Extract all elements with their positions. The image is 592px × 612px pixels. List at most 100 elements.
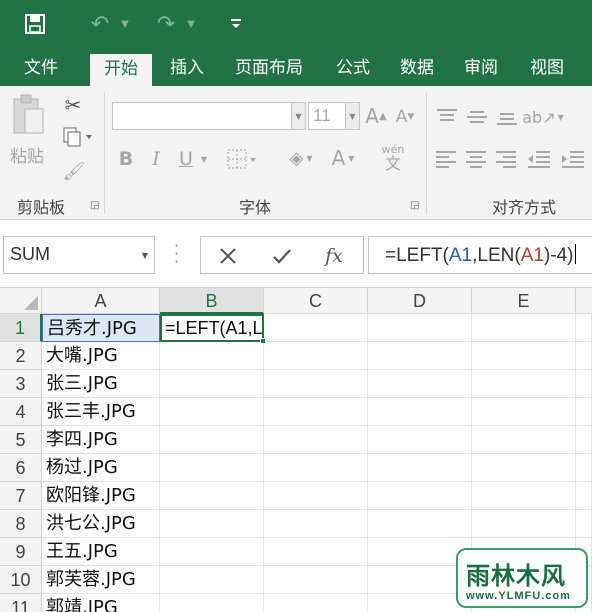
cell-c11[interactable] <box>264 594 368 612</box>
enter-icon[interactable] <box>267 241 297 271</box>
increase-font-icon[interactable]: A ▲ <box>364 102 388 130</box>
redo-dropdown-icon[interactable]: ▼ <box>184 10 198 38</box>
cell-c4[interactable] <box>264 398 368 426</box>
name-box[interactable]: SUM ▼ <box>3 236 155 274</box>
cell-c3[interactable] <box>264 370 368 398</box>
resize-handle-icon[interactable]: · · · <box>174 238 179 270</box>
cell-b5[interactable] <box>160 426 264 454</box>
font-name-combo[interactable]: ▼ <box>112 102 306 130</box>
cell-a4[interactable]: 张三丰.JPG <box>42 398 160 426</box>
chevron-down-icon[interactable]: ▼ <box>291 103 305 129</box>
cell-e3[interactable] <box>472 370 576 398</box>
row-header[interactable]: 3 <box>0 370 42 398</box>
cell-c2[interactable] <box>264 342 368 370</box>
tab-file[interactable]: 文件 <box>14 50 68 86</box>
chevron-down-icon[interactable]: ▼ <box>345 103 359 129</box>
redo-icon[interactable]: ↷ <box>152 10 180 38</box>
customize-qat-icon[interactable] <box>226 10 246 38</box>
column-header-f[interactable] <box>576 288 592 314</box>
increase-indent-icon[interactable] <box>560 148 586 170</box>
tab-view[interactable]: 视图 <box>520 50 574 86</box>
cell-b3[interactable] <box>160 370 264 398</box>
tab-data[interactable]: 数据 <box>390 50 444 86</box>
cell-c1[interactable] <box>264 314 368 342</box>
cell-c8[interactable] <box>264 510 368 538</box>
cell-b2[interactable] <box>160 342 264 370</box>
underline-dropdown-icon[interactable]: ▼ <box>198 146 210 172</box>
cell-f1[interactable] <box>576 314 592 342</box>
align-left-icon[interactable] <box>434 148 458 170</box>
cell-f7[interactable] <box>576 482 592 510</box>
cell-c10[interactable] <box>264 566 368 594</box>
row-header[interactable]: 6 <box>0 454 42 482</box>
cell-b4[interactable] <box>160 398 264 426</box>
row-header[interactable]: 1 <box>0 314 42 342</box>
tab-page-layout[interactable]: 页面布局 <box>226 50 312 86</box>
paste-icon[interactable] <box>10 92 46 138</box>
cell-a10[interactable]: 郭芙蓉.JPG <box>42 566 160 594</box>
cell-b6[interactable] <box>160 454 264 482</box>
row-header[interactable]: 2 <box>0 342 42 370</box>
format-painter-icon[interactable]: 🖌 <box>60 158 88 184</box>
insert-function-icon[interactable]: fx <box>319 241 349 271</box>
cell-e8[interactable] <box>472 510 576 538</box>
cell-b10[interactable] <box>160 566 264 594</box>
align-top-icon[interactable] <box>434 106 460 128</box>
cell-b1[interactable]: =LEFT(A1,L <box>160 314 264 342</box>
cell-d2[interactable] <box>368 342 472 370</box>
cell-c9[interactable] <box>264 538 368 566</box>
row-header[interactable]: 9 <box>0 538 42 566</box>
tab-home[interactable]: 开始 <box>90 54 152 86</box>
column-header-c[interactable]: C <box>264 288 368 314</box>
cell-f6[interactable] <box>576 454 592 482</box>
cell-c5[interactable] <box>264 426 368 454</box>
orientation-icon[interactable]: ab↗ ▼ <box>522 104 564 130</box>
tab-review[interactable]: 审阅 <box>454 50 508 86</box>
cell-a7[interactable]: 欧阳锋.JPG <box>42 482 160 510</box>
chevron-down-icon[interactable]: ▼ <box>142 251 148 260</box>
clipboard-launcher-icon[interactable]: ◲ <box>90 200 99 211</box>
tab-insert[interactable]: 插入 <box>160 50 214 86</box>
cell-e6[interactable] <box>472 454 576 482</box>
cell-d3[interactable] <box>368 370 472 398</box>
cell-d8[interactable] <box>368 510 472 538</box>
cell-f3[interactable] <box>576 370 592 398</box>
column-header-b[interactable]: B <box>160 288 264 314</box>
cell-f4[interactable] <box>576 398 592 426</box>
copy-icon[interactable] <box>60 124 96 150</box>
cell-a5[interactable]: 李四.JPG <box>42 426 160 454</box>
cell-a9[interactable]: 王五.JPG <box>42 538 160 566</box>
cell-c6[interactable] <box>264 454 368 482</box>
cell-c7[interactable] <box>264 482 368 510</box>
bold-icon[interactable]: B <box>116 146 136 172</box>
align-bottom-icon[interactable] <box>494 106 520 128</box>
italic-icon[interactable]: I <box>146 146 166 172</box>
select-all-corner[interactable] <box>0 288 42 314</box>
row-header[interactable]: 4 <box>0 398 42 426</box>
cell-f5[interactable] <box>576 426 592 454</box>
row-header[interactable]: 10 <box>0 566 42 594</box>
align-right-icon[interactable] <box>494 148 518 170</box>
fill-handle[interactable] <box>260 338 266 344</box>
undo-dropdown-icon[interactable]: ▼ <box>118 10 132 38</box>
row-header[interactable]: 7 <box>0 482 42 510</box>
paste-label[interactable]: 粘贴 <box>10 142 44 167</box>
cell-b11[interactable] <box>160 594 264 612</box>
borders-icon[interactable] <box>226 146 258 172</box>
cell-d6[interactable] <box>368 454 472 482</box>
cell-d1[interactable] <box>368 314 472 342</box>
cell-f8[interactable] <box>576 510 592 538</box>
cell-a8[interactable]: 洪七公.JPG <box>42 510 160 538</box>
cancel-icon[interactable] <box>213 241 243 271</box>
save-icon[interactable] <box>20 10 50 38</box>
row-header[interactable]: 5 <box>0 426 42 454</box>
row-header[interactable]: 11 <box>0 594 42 612</box>
cell-a2[interactable]: 大嘴.JPG <box>42 342 160 370</box>
cell-e5[interactable] <box>472 426 576 454</box>
cell-a3[interactable]: 张三.JPG <box>42 370 160 398</box>
cell-e2[interactable] <box>472 342 576 370</box>
cell-b8[interactable] <box>160 510 264 538</box>
cell-a6[interactable]: 杨过.JPG <box>42 454 160 482</box>
font-size-combo[interactable]: 11 ▼ <box>308 102 360 130</box>
font-launcher-icon[interactable]: ◲ <box>410 200 419 211</box>
